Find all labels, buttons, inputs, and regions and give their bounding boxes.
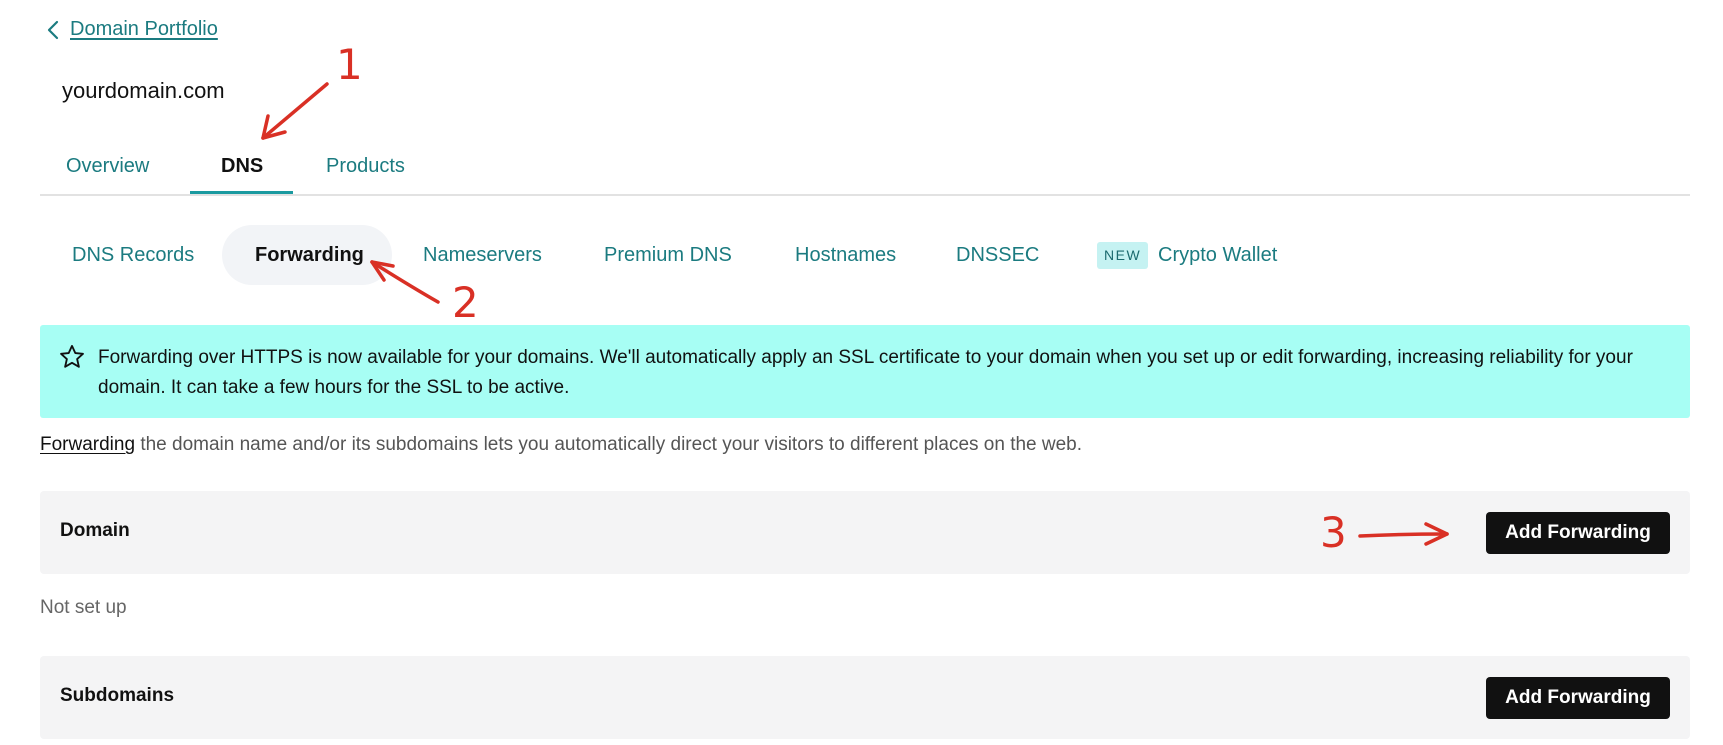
tab-dns[interactable]: DNS bbox=[221, 155, 263, 178]
tab-products[interactable]: Products bbox=[326, 155, 405, 178]
tab-overview[interactable]: Overview bbox=[66, 155, 149, 178]
sub-tab-dnssec[interactable]: DNSSEC bbox=[956, 244, 1039, 267]
sub-tab-dns-records[interactable]: DNS Records bbox=[72, 244, 194, 267]
chevron-left-icon[interactable] bbox=[46, 19, 60, 41]
sub-tab-hostnames[interactable]: Hostnames bbox=[795, 244, 896, 267]
annotation-arrowhead-1 bbox=[261, 114, 287, 140]
annotation-number-3: 3 bbox=[1320, 508, 1347, 557]
banner-text: Forwarding over HTTPS is now available f… bbox=[98, 347, 1633, 398]
add-subdomain-forwarding-button[interactable]: Add Forwarding bbox=[1486, 677, 1670, 719]
breadcrumb: Domain Portfolio bbox=[46, 18, 218, 41]
sub-tab-nameservers[interactable]: Nameservers bbox=[423, 244, 542, 267]
sub-tab-forwarding[interactable]: Forwarding bbox=[255, 244, 364, 267]
new-badge: NEW bbox=[1097, 242, 1149, 269]
page-title: yourdomain.com bbox=[62, 78, 225, 103]
domain-section: Domain Add Forwarding bbox=[40, 491, 1690, 574]
sub-tab-premium-dns[interactable]: Premium DNS bbox=[604, 244, 732, 267]
domain-portfolio-link[interactable]: Domain Portfolio bbox=[70, 18, 218, 41]
dns-sub-tabs: DNS Records Forwarding Nameservers Premi… bbox=[40, 225, 1440, 285]
forwarding-description: Forwarding the domain name and/or its su… bbox=[40, 434, 1082, 456]
annotation-number-1: 1 bbox=[336, 40, 363, 89]
domain-section-title: Domain bbox=[60, 520, 130, 541]
main-tabs: Overview DNS Products bbox=[40, 140, 1690, 196]
subdomains-section-title: Subdomains bbox=[60, 685, 175, 706]
forwarding-description-text: the domain name and/or its subdomains le… bbox=[135, 434, 1083, 455]
forwarding-help-link[interactable]: Forwarding bbox=[40, 434, 135, 455]
add-domain-forwarding-button[interactable]: Add Forwarding bbox=[1486, 512, 1670, 554]
subdomains-section: Subdomains Add Forwarding bbox=[40, 656, 1690, 739]
https-info-banner: Forwarding over HTTPS is now available f… bbox=[40, 325, 1690, 418]
star-icon bbox=[60, 344, 84, 368]
annotation-number-2: 2 bbox=[452, 278, 479, 327]
annotation-arrow-1 bbox=[261, 82, 329, 140]
sub-tab-crypto-wallet[interactable]: Crypto Wallet bbox=[1158, 244, 1277, 267]
active-tab-indicator bbox=[190, 191, 293, 194]
domain-forwarding-status: Not set up bbox=[40, 597, 127, 618]
